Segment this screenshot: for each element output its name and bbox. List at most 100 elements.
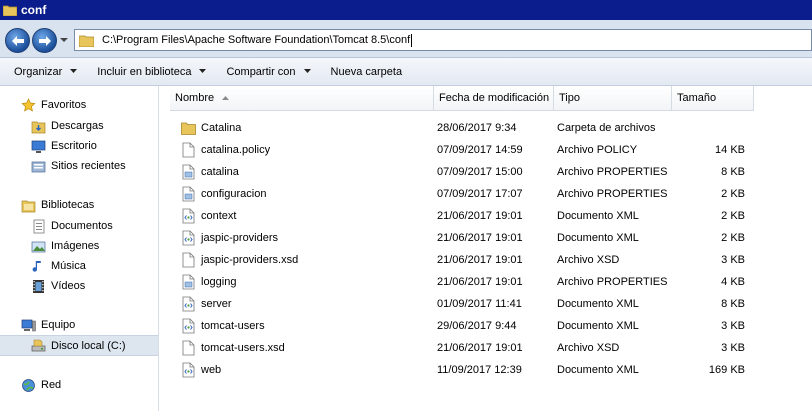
xml-icon [180,362,196,378]
column-label: Fecha de modificación [439,92,550,104]
command-bar: Organizar Incluir en biblioteca Comparti… [0,58,812,86]
file-size: 2 KB [721,188,745,200]
file-name-cell[interactable]: configuracion [180,183,266,205]
file-name-cell[interactable]: tomcat-users [180,315,265,337]
file-size: 4 KB [721,276,745,288]
file-row[interactable]: logging 21/06/2017 19:01 Archivo PROPERTIE… [160,271,812,293]
properties-icon [180,274,196,290]
new-folder-button[interactable]: Nueva carpeta [331,58,403,86]
sidebar-item-computer[interactable]: Equipo [20,316,75,334]
column-label: Tamaño [677,92,717,104]
sidebar-item-local-disk[interactable]: Disco local (C:) [0,335,158,356]
file-date: 07/09/2017 15:00 [437,166,523,178]
file-row[interactable]: context 21/06/2017 19:01 Documento XML 2 KB [160,205,812,227]
file-date: 29/06/2017 9:44 [437,320,517,332]
file-date: 07/09/2017 17:07 [437,188,523,200]
file-row[interactable]: configuracion 07/09/2017 17:07 Archivo PRO… [160,183,812,205]
file-icon [180,340,196,356]
file-name-cell[interactable]: catalina [180,161,239,183]
file-name-cell[interactable]: server [180,293,232,315]
back-button[interactable] [5,28,30,53]
file-size: 3 KB [721,320,745,332]
navigation-pane: Favoritos Descargas Escritorio Sitios re… [0,86,159,411]
file-name-cell[interactable]: jaspic-providers.xsd [180,249,298,271]
forward-button[interactable] [32,28,57,53]
file-row[interactable]: server 01/09/2017 11:41 Documento XML 8 KB [160,293,812,315]
file-name-cell[interactable]: catalina.policy [180,139,270,161]
folder-icon [180,120,196,136]
column-header-name[interactable]: Nombre [170,86,434,111]
folder-icon [79,35,94,47]
xml-icon [180,230,196,246]
file-type: Archivo PROPERTIES [557,188,668,200]
file-size: 8 KB [721,298,745,310]
star-icon [20,97,36,113]
file-row[interactable]: tomcat-users 29/06/2017 9:44 Documento XML… [160,315,812,337]
file-name-cell[interactable]: web [180,359,221,381]
xml-icon [180,208,196,224]
sidebar-item-pictures[interactable]: Imágenes [30,237,99,255]
sidebar-item-recent[interactable]: Sitios recientes [30,157,126,175]
file-name-cell[interactable]: context [180,205,236,227]
file-name: web [201,364,222,376]
file-row[interactable]: jaspic-providers.xsd 21/06/2017 19:01 Arch… [160,249,812,271]
chevron-down-icon [60,38,68,42]
address-input[interactable]: C:\Program Files\Apache Software Foundat… [74,29,812,51]
column-label: Nombre [175,92,215,104]
sidebar-item-libraries[interactable]: Bibliotecas [20,196,94,214]
chevron-down-icon [303,69,311,73]
file-row[interactable]: tomcat-users.xsd 21/06/2017 19:01 Archivo … [160,337,812,359]
file-row[interactable]: jaspic-providers 21/06/2017 19:01 Document… [160,227,812,249]
include-library-button[interactable]: Incluir en biblioteca [97,58,207,86]
new-folder-label: Nueva carpeta [330,65,403,78]
file-icon [180,252,196,268]
file-row[interactable]: catalina 07/09/2017 15:00 Archivo PROPERTI… [160,161,812,183]
sidebar-item-downloads[interactable]: Descargas [30,117,104,135]
file-name-cell[interactable]: Catalina [180,117,241,139]
computer-icon [20,317,36,333]
file-name: jaspic-providers [201,232,279,244]
file-name-cell[interactable]: logging [180,271,236,293]
file-name-cell[interactable]: tomcat-users.xsd [180,337,285,359]
file-size: 14 KB [715,144,745,156]
sidebar-label: Descargas [51,120,104,132]
sidebar-label: Red [41,379,62,391]
include-library-label: Incluir en biblioteca [97,65,192,78]
sidebar-item-desktop[interactable]: Escritorio [30,137,97,155]
recent-places-icon [30,158,46,174]
recent-pages-dropdown[interactable] [60,36,70,46]
file-row[interactable]: Catalina 28/06/2017 9:34 Carpeta de archiv… [160,117,812,139]
column-header-type[interactable]: Tipo [554,86,672,111]
file-size: 3 KB [721,342,745,354]
file-name-cell[interactable]: jaspic-providers [180,227,278,249]
column-header-size[interactable]: Tamaño [672,86,754,111]
file-type: Documento XML [557,320,639,332]
file-size: 2 KB [721,232,745,244]
file-type: Archivo XSD [557,254,620,266]
file-row[interactable]: web 11/09/2017 12:39 Documento XML 169 KB [160,359,812,381]
file-type: Archivo PROPERTIES [557,276,668,288]
sidebar-item-documents[interactable]: Documentos [30,217,113,235]
text-caret [411,33,413,47]
organize-button[interactable]: Organizar [14,58,78,86]
sidebar-item-music[interactable]: Música [30,257,86,275]
column-header-date[interactable]: Fecha de modificación [434,86,554,111]
music-note-icon [30,258,46,274]
sidebar-label: Vídeos [51,280,86,292]
file-name: tomcat-users [201,320,265,332]
file-name: Catalina [201,122,242,134]
organize-label: Organizar [14,65,63,78]
file-name: catalina [201,166,239,178]
sidebar-label: Bibliotecas [41,199,95,211]
file-date: 21/06/2017 19:01 [437,342,523,354]
sidebar-item-favorites[interactable]: Favoritos [20,96,86,114]
arrow-left-icon [11,35,24,46]
title-bar: conf [0,0,812,20]
sidebar-item-videos[interactable]: Vídeos [30,277,85,295]
file-type: Carpeta de archivos [557,122,656,134]
sidebar-item-network[interactable]: Red [20,376,61,394]
sidebar-label: Disco local (C:) [51,339,126,352]
share-with-button[interactable]: Compartir con [226,58,311,86]
downloads-folder-icon [30,118,46,134]
file-row[interactable]: catalina.policy 07/09/2017 14:59 Archivo P… [160,139,812,161]
